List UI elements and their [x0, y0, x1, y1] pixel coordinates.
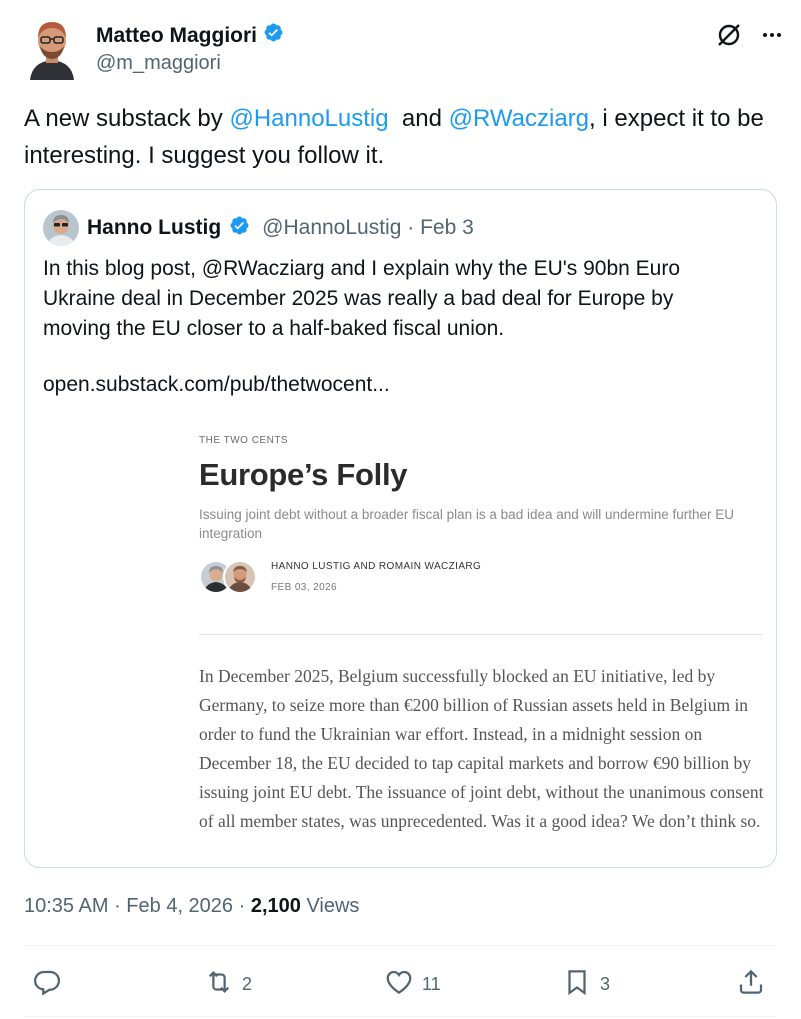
- quote-date[interactable]: Feb 3: [420, 216, 474, 239]
- more-icon[interactable]: [760, 23, 784, 47]
- quote-avatar[interactable]: [43, 210, 79, 246]
- quote-link[interactable]: open.substack.com/pub/thetwocent...: [43, 373, 390, 397]
- verified-badge-icon: [229, 215, 250, 242]
- article-byline: HANNO LUSTIG AND ROMAIN WACZIARG FEB 03,…: [199, 559, 763, 595]
- tweet-time[interactable]: 10:35 AM: [24, 895, 109, 917]
- quote-author-name[interactable]: Hanno Lustig: [87, 216, 221, 240]
- tweet-text-part: A new substack by: [24, 105, 230, 132]
- quote-meta: @HannoLustig · Feb 3: [262, 216, 474, 240]
- like-icon: [384, 967, 414, 1002]
- mention-rwacziarg[interactable]: @RWacziarg: [449, 105, 589, 132]
- divider: [24, 945, 776, 946]
- quote-handle[interactable]: @HannoLustig: [262, 216, 401, 239]
- reply-icon: [32, 967, 62, 1002]
- article-date: FEB 03, 2026: [271, 582, 337, 593]
- retweet-icon: [204, 967, 234, 1002]
- divider: [24, 1016, 776, 1017]
- like-button[interactable]: 11: [384, 960, 441, 1008]
- grok-icon[interactable]: [716, 22, 742, 48]
- top-actions: [716, 22, 784, 48]
- article-preview[interactable]: THE TWO CENTS Europe’s Folly Issuing joi…: [199, 435, 763, 595]
- action-bar: 2 11 3: [24, 960, 776, 1008]
- author-name[interactable]: Matteo Maggiori: [96, 22, 284, 49]
- quoted-tweet[interactable]: Hanno Lustig @HannoLustig · Feb 3 In thi…: [24, 189, 777, 868]
- retweet-count: 2: [242, 973, 253, 994]
- author-handle[interactable]: @m_maggiori: [96, 52, 284, 75]
- article-title: Europe’s Folly: [199, 457, 408, 492]
- bookmark-count: 3: [600, 973, 611, 994]
- tweet-date[interactable]: Feb 4, 2026: [126, 895, 233, 917]
- article-subtitle: Issuing joint debt without a broader fis…: [199, 507, 735, 541]
- bookmark-button[interactable]: 3: [562, 960, 610, 1008]
- verified-badge-icon: [263, 22, 284, 49]
- quote-separator: ·: [401, 216, 421, 239]
- timestamp-separator: ·: [233, 895, 251, 917]
- author-block: Matteo Maggiori @m_maggiori: [96, 22, 284, 75]
- article-authors: HANNO LUSTIG AND ROMAIN WACZIARG: [271, 561, 482, 572]
- share-button[interactable]: [736, 960, 766, 1008]
- tweet-timestamp: 10:35 AM · Feb 4, 2026 · 2,100 Views: [24, 895, 359, 918]
- author-avatars: [199, 559, 263, 595]
- article-body: In December 2025, Belgium successfully b…: [199, 666, 764, 831]
- byline-text: HANNO LUSTIG AND ROMAIN WACZIARG FEB 03,…: [271, 561, 481, 593]
- author-name-text[interactable]: Matteo Maggiori: [96, 24, 257, 48]
- like-count: 11: [422, 973, 441, 994]
- mention-hanno[interactable]: @HannoLustig: [229, 105, 388, 132]
- avatar: [223, 560, 257, 594]
- tweet-text: A new substack by @HannoLustig and @RWac…: [24, 100, 784, 174]
- views-label: Views: [300, 895, 360, 917]
- author-avatar[interactable]: [24, 16, 80, 80]
- reply-button[interactable]: [32, 960, 70, 1008]
- article-divider: [199, 634, 763, 635]
- tweet-header: Matteo Maggiori @m_maggiori: [24, 16, 784, 80]
- views-count: 2,100: [250, 895, 301, 917]
- bookmark-icon: [562, 967, 592, 1002]
- tweet-text-part: and: [388, 105, 449, 132]
- timestamp-separator: ·: [108, 895, 127, 917]
- share-icon: [736, 967, 766, 1002]
- quote-header: Hanno Lustig @HannoLustig · Feb 3: [43, 210, 474, 246]
- publication-name: THE TWO CENTS: [199, 435, 289, 446]
- quote-text: In this blog post, @RWacziarg and I expl…: [43, 257, 680, 340]
- retweet-button[interactable]: 2: [204, 960, 252, 1008]
